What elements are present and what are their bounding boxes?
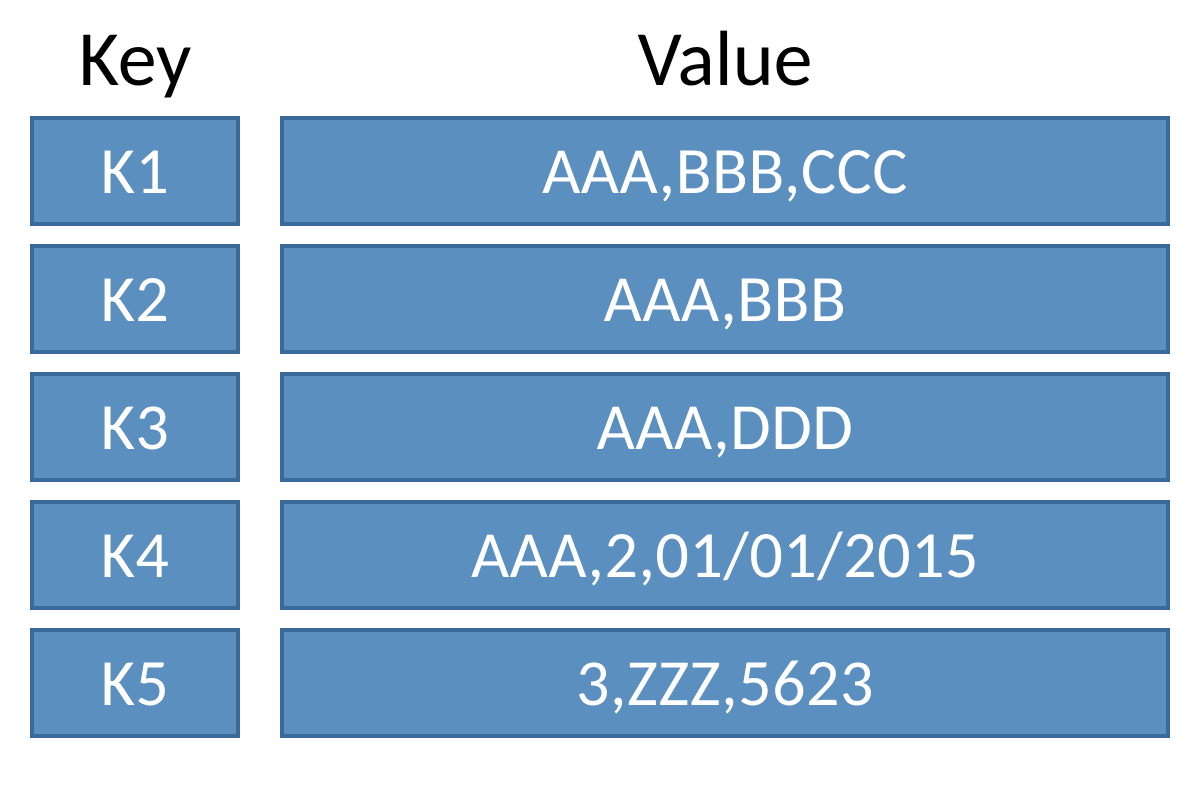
table-row: K4 AAA,2,01/01/2015 [30,500,1170,610]
value-cell: AAA,BBB [280,244,1170,354]
table-row: K2 AAA,BBB [30,244,1170,354]
value-cell: 3,ZZZ,5623 [280,628,1170,738]
key-cell: K2 [30,244,240,354]
table-row: K5 3,ZZZ,5623 [30,628,1170,738]
key-cell: K5 [30,628,240,738]
key-cell: K4 [30,500,240,610]
value-cell: AAA,DDD [280,372,1170,482]
key-cell: K1 [30,116,240,226]
value-cell: AAA,BBB,CCC [280,116,1170,226]
header-row: Key Value [30,20,1170,98]
value-cell: AAA,2,01/01/2015 [280,500,1170,610]
key-cell: K3 [30,372,240,482]
table-row: K3 AAA,DDD [30,372,1170,482]
header-key: Key [30,20,240,98]
kv-table: Key Value K1 AAA,BBB,CCC K2 AAA,BBB K3 A… [0,0,1200,776]
table-row: K1 AAA,BBB,CCC [30,116,1170,226]
header-value: Value [280,20,1170,98]
